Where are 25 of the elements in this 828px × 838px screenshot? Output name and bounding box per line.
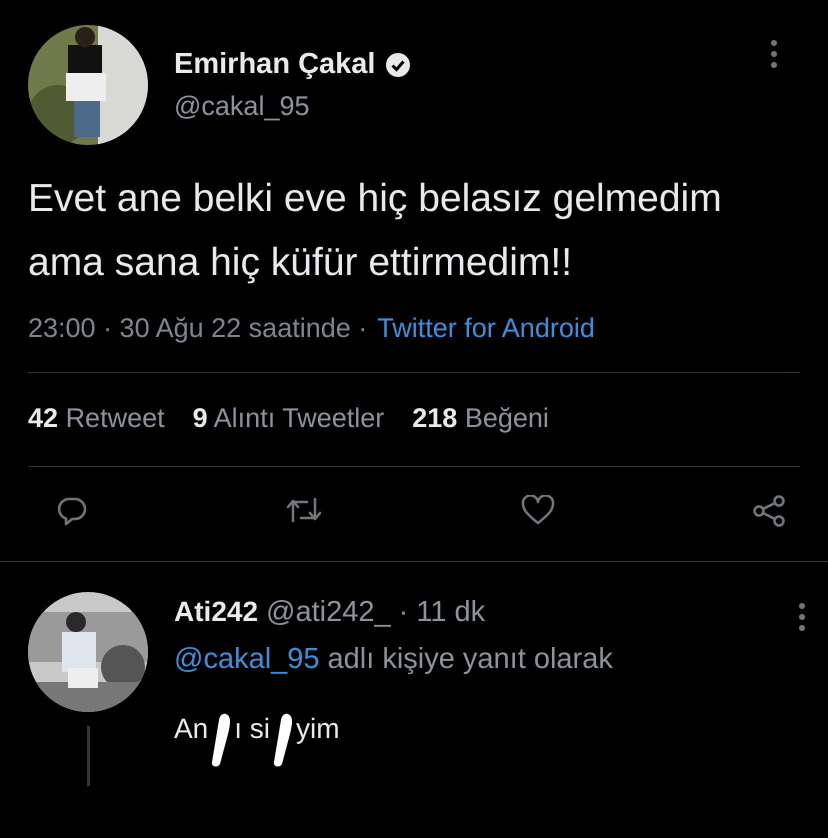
reply-author-handle[interactable]: @ati242_	[266, 596, 391, 629]
stat-count[interactable]: 9 Alıntı Tweetler	[192, 403, 384, 434]
reply-author-name[interactable]: Ati242	[174, 596, 258, 629]
reply-text: ı si	[234, 713, 270, 745]
mention-link[interactable]: @cakal_95	[174, 643, 320, 676]
author-name[interactable]: Emirhan Çakal	[174, 48, 376, 81]
tweet-time: 23:00 · 30 Ağu 22 saatinde ·	[28, 313, 368, 344]
reply-text: yim	[296, 713, 340, 745]
reply-time: · 11 dk	[398, 596, 486, 629]
thread-line	[86, 726, 90, 786]
author-handle[interactable]: @cakal_95	[174, 91, 412, 122]
share-icon[interactable]	[752, 495, 786, 527]
stat-count[interactable]: 218 Beğeni	[412, 403, 549, 434]
reply-icon[interactable]	[56, 495, 88, 527]
censor-blob	[272, 712, 294, 768]
tweet-text: Evet ane belki eve hiç belasız gelmedim ama sana hiç küfür ettirmedim!!	[28, 176, 723, 286]
source-link[interactable]: Twitter for Android	[377, 313, 595, 344]
retweet-icon[interactable]	[285, 495, 324, 525]
stat-count[interactable]: 42 Retweet	[28, 403, 165, 434]
reply-text: An	[174, 713, 208, 745]
more-icon[interactable]	[770, 39, 778, 69]
reply-context: adlı kişiye yanıt olarak	[328, 643, 613, 676]
heart-icon[interactable]	[520, 495, 555, 525]
more-icon[interactable]	[798, 602, 806, 632]
censor-blob	[210, 712, 232, 768]
